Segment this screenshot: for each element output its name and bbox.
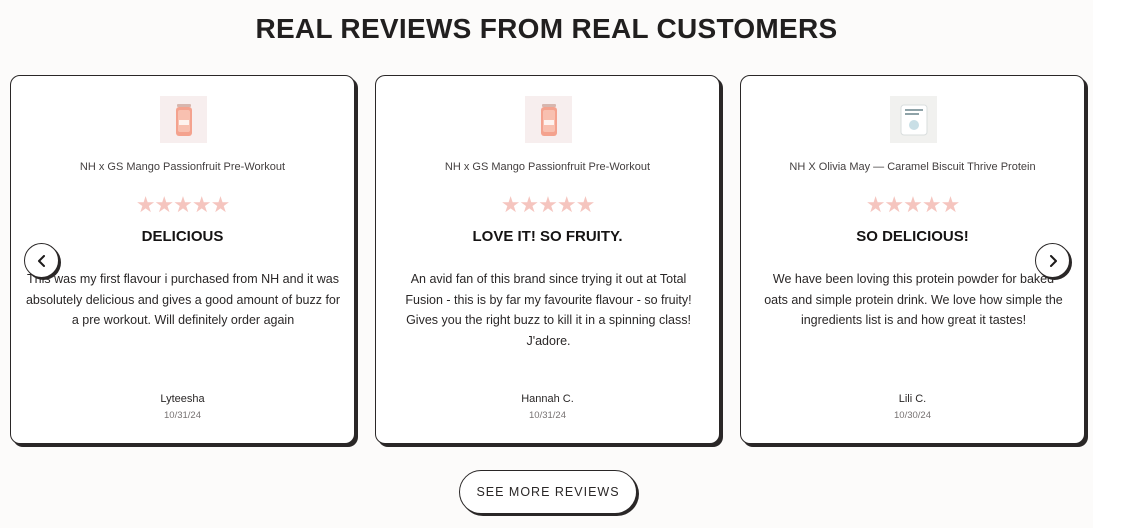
review-author: Lili C. xyxy=(898,393,927,405)
chevron-right-icon xyxy=(1049,254,1057,267)
see-more-reviews-button[interactable]: SEE MORE REVIEWS xyxy=(459,470,637,514)
review-title: DELICIOUS xyxy=(141,228,224,245)
star-rating: ★★★★★ xyxy=(865,192,961,217)
pre-workout-can-icon xyxy=(540,103,557,136)
review-date: 10/30/24 xyxy=(894,410,931,421)
carousel-prev-button[interactable] xyxy=(24,243,59,278)
product-thumbnail[interactable] xyxy=(890,96,937,143)
product-thumbnail[interactable] xyxy=(160,96,207,143)
review-title: SO DELICIOUS! xyxy=(856,228,969,245)
review-body: We have been loving this protein powder … xyxy=(764,272,1063,328)
product-name[interactable]: NH x GS Mango Passionfruit Pre-Workout xyxy=(11,161,354,173)
star-rating: ★★★★★ xyxy=(135,192,231,217)
review-body: This was my first flavour i purchased fr… xyxy=(25,272,341,328)
chevron-left-icon xyxy=(37,254,45,267)
review-card: NH X Olivia May — Caramel Biscuit Thrive… xyxy=(740,75,1085,444)
protein-pouch-icon xyxy=(900,104,927,135)
review-author: Hannah C. xyxy=(521,393,574,405)
product-name[interactable]: NH X Olivia May — Caramel Biscuit Thrive… xyxy=(741,161,1084,173)
star-rating: ★★★★★ xyxy=(500,192,596,217)
carousel-next-button[interactable] xyxy=(1035,243,1070,278)
review-card: NH x GS Mango Passionfruit Pre-Workout ★… xyxy=(10,75,355,444)
reviews-section: REAL REVIEWS FROM REAL CUSTOMERS NH x GS… xyxy=(0,0,1093,528)
review-card: NH x GS Mango Passionfruit Pre-Workout ★… xyxy=(375,75,720,444)
review-body: An avid fan of this brand since trying i… xyxy=(405,272,692,349)
product-thumbnail[interactable] xyxy=(525,96,572,143)
product-name[interactable]: NH x GS Mango Passionfruit Pre-Workout xyxy=(376,161,719,173)
section-title: REAL REVIEWS FROM REAL CUSTOMERS xyxy=(255,13,838,44)
review-title: LOVE IT! SO FRUITY. xyxy=(472,228,623,245)
review-date: 10/31/24 xyxy=(164,410,201,421)
pre-workout-can-icon xyxy=(175,103,192,136)
review-date: 10/31/24 xyxy=(529,410,566,421)
review-author: Lyteesha xyxy=(160,393,205,405)
